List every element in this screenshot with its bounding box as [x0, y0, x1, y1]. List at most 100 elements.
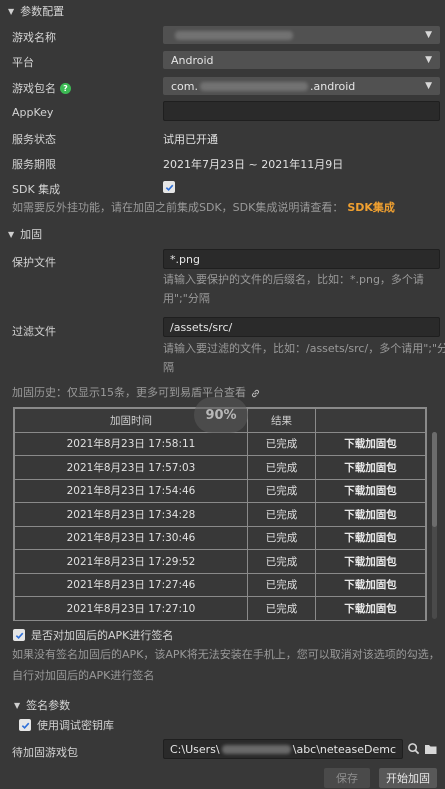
row-time: 2021年8月23日 17:27:10: [14, 596, 248, 620]
row-result: 已完成: [247, 502, 316, 527]
row-time: 2021年8月23日 17:58:11: [14, 431, 248, 456]
scrollbar-thumb[interactable]: [432, 432, 437, 527]
pending-package-path[interactable]: C:\Users\ \abc\neteaseDemc: [163, 739, 403, 759]
search-icon[interactable]: [407, 742, 420, 758]
package-label: 游戏包名: [12, 82, 56, 95]
help-icon[interactable]: ?: [60, 82, 71, 94]
row-result: 已完成: [247, 525, 316, 550]
link-icon[interactable]: [250, 388, 261, 399]
package-dropdown[interactable]: com. .android ▼: [163, 77, 440, 95]
progress-text: 90%: [205, 407, 237, 423]
download-button[interactable]: 下载加固包: [315, 572, 426, 597]
filter-file-input[interactable]: /assets/src/: [163, 317, 440, 337]
redacted-game-name: [175, 30, 293, 40]
pending-package-label: 待加固游戏包: [12, 746, 78, 759]
table-row: 2021年8月23日 17:58:11 已完成 下载加固包: [14, 431, 426, 456]
table-row: 2021年8月23日 17:54:46 已完成 下载加固包: [14, 478, 426, 503]
sign-apk-label: 是否对加固后的APK进行签名: [31, 629, 174, 642]
sign-apk-note-2: 自行对加固后的APK进行签名: [12, 669, 155, 682]
table-row: 2021年8月23日 17:34:28 已完成 下载加固包: [14, 502, 426, 527]
protect-file-label: 保护文件: [12, 256, 56, 269]
folder-icon[interactable]: [424, 743, 438, 758]
protect-file-input[interactable]: *.png: [163, 249, 440, 269]
redacted-package-middle: [200, 81, 308, 91]
harden-section-header[interactable]: ▼ 加固: [8, 226, 42, 242]
download-button[interactable]: 下载加固包: [315, 431, 426, 456]
path-suffix: \abc\neteaseDemc: [292, 742, 396, 756]
game-name-label: 游戏名称: [12, 31, 56, 44]
download-button[interactable]: 下载加固包: [315, 455, 426, 480]
table-scrollbar[interactable]: [432, 432, 437, 619]
checkmark-icon: [163, 181, 175, 193]
sdk-label: SDK 集成: [12, 183, 61, 196]
protect-file-hint-1: 请输入要保护的文件的后缀名，比如：*.png，多个请: [163, 273, 424, 286]
row-time: 2021年8月23日 17:27:46: [14, 572, 248, 597]
row-time: 2021年8月23日 17:57:03: [14, 455, 248, 480]
row-result: 已完成: [247, 596, 316, 620]
row-result: 已完成: [247, 549, 316, 574]
start-harden-button[interactable]: 开始加固: [379, 768, 437, 788]
service-period-label: 服务期限: [12, 158, 56, 171]
platform-value: Android: [171, 53, 214, 67]
download-button[interactable]: 下载加固包: [315, 596, 426, 620]
service-status-label: 服务状态: [12, 133, 56, 146]
download-button[interactable]: 下载加固包: [315, 502, 426, 527]
path-prefix: C:\Users\: [170, 742, 220, 756]
sign-section-header[interactable]: ▼ 签名参数: [14, 697, 70, 713]
filter-file-label: 过滤文件: [12, 325, 56, 338]
checkmark-icon: [13, 629, 25, 641]
game-name-dropdown[interactable]: ▼: [163, 26, 440, 44]
sdk-checkbox[interactable]: [163, 181, 175, 195]
row-result: 已完成: [247, 478, 316, 503]
table-row: 2021年8月23日 17:27:10 已完成 下载加固包: [14, 596, 426, 620]
download-button[interactable]: 下载加固包: [315, 549, 426, 574]
download-button[interactable]: 下载加固包: [315, 525, 426, 550]
collapse-triangle-icon: ▼: [8, 6, 15, 16]
table-row: 2021年8月23日 17:27:46 已完成 下载加固包: [14, 572, 426, 597]
collapse-triangle-icon: ▼: [8, 229, 15, 239]
params-section-header[interactable]: ▼ 参数配置: [8, 3, 64, 19]
row-time: 2021年8月23日 17:54:46: [14, 478, 248, 503]
dropdown-arrow-icon: ▼: [425, 81, 432, 91]
package-prefix: com.: [171, 79, 198, 93]
service-period-value: 2021年7月23日 ~ 2021年11月9日: [163, 158, 344, 171]
redacted-path: [221, 744, 291, 754]
filter-file-hint-1: 请输入要过滤的文件，比如：/assets/src/，多个请用";"分: [163, 342, 445, 355]
history-table: 加固时间 结果 2021年8月23日 17:58:11 已完成 下载加固包 20…: [13, 407, 427, 621]
sign-apk-note-1: 如果没有签名加固后的APK，该APK将无法安装在手机上，您可以取消对该选项的勾选…: [12, 648, 440, 661]
sign-apk-checkbox[interactable]: 是否对加固后的APK进行签名: [13, 627, 173, 643]
dropdown-arrow-icon: ▼: [425, 55, 432, 65]
download-button[interactable]: 下载加固包: [315, 478, 426, 503]
package-suffix: .android: [310, 79, 356, 93]
table-row: 2021年8月23日 17:57:03 已完成 下载加固包: [14, 455, 426, 480]
appkey-label: AppKey: [12, 106, 54, 119]
filter-file-hint-2: 隔: [163, 361, 174, 374]
header-result: 结果: [247, 408, 316, 433]
service-status-value: 试用已开通: [163, 133, 218, 146]
appkey-input[interactable]: [163, 101, 440, 121]
sdk-note: 如需要反外挂功能，请在加固之前集成SDK，SDK集成说明请查看：: [12, 201, 344, 214]
sdk-link[interactable]: SDK集成: [347, 201, 395, 214]
row-result: 已完成: [247, 431, 316, 456]
debug-keystore-label: 使用调试密钥库: [37, 719, 114, 732]
save-button[interactable]: 保存: [324, 768, 370, 788]
harden-section-title: 加固: [20, 228, 43, 241]
filter-file-value: /assets/src/: [170, 320, 233, 334]
protect-file-hint-2: 用";"分隔: [163, 292, 210, 305]
row-result: 已完成: [247, 572, 316, 597]
protect-file-value: *.png: [170, 252, 200, 266]
table-row: 2021年8月23日 17:29:52 已完成 下载加固包: [14, 549, 426, 574]
row-result: 已完成: [247, 455, 316, 480]
header-action: [315, 408, 426, 433]
table-row: 2021年8月23日 17:30:46 已完成 下载加固包: [14, 525, 426, 550]
package-label-row: 游戏包名 ?: [12, 80, 71, 96]
checkmark-icon: [19, 719, 31, 731]
row-time: 2021年8月23日 17:30:46: [14, 525, 248, 550]
platform-dropdown[interactable]: Android ▼: [163, 51, 440, 69]
debug-keystore-checkbox[interactable]: 使用调试密钥库: [19, 717, 114, 733]
dropdown-arrow-icon: ▼: [425, 30, 432, 40]
row-time: 2021年8月23日 17:29:52: [14, 549, 248, 574]
sign-section-title: 签名参数: [26, 699, 71, 712]
sdk-note-row: 如需要反外挂功能，请在加固之前集成SDK，SDK集成说明请查看： SDK集成: [12, 199, 395, 217]
collapse-triangle-icon: ▼: [14, 700, 21, 710]
